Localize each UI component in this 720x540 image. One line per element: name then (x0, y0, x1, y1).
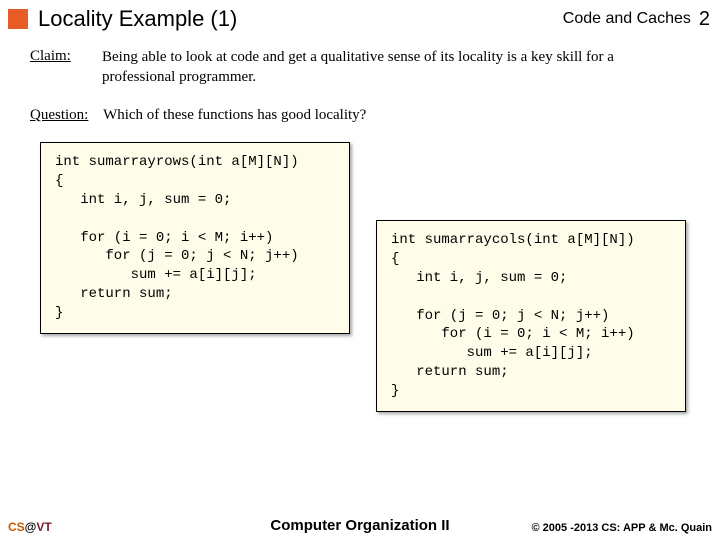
code-box-rows: int sumarrayrows(int a[M][N]) { int i, j… (40, 142, 350, 334)
question-text: Which of these functions has good locali… (103, 107, 366, 123)
slide-footer: CS@VT Computer Organization II © 2005 -2… (0, 517, 720, 534)
question-row: Question: Which of these functions has g… (30, 107, 690, 124)
accent-square (8, 9, 28, 29)
question-label: Question: (30, 107, 88, 123)
slide-subtitle: Code and Caches (563, 10, 691, 28)
question-spacer (92, 107, 100, 123)
page-number: 2 (699, 8, 710, 31)
claim-row: Claim: Being able to look at code and ge… (30, 48, 690, 87)
claim-text: Being able to look at code and get a qua… (102, 48, 690, 87)
slide-title: Locality Example (1) (38, 6, 563, 32)
footer-right: © 2005 -2013 CS: APP & Mc. Quain (477, 522, 712, 534)
slide-body: Claim: Being able to look at code and ge… (0, 36, 720, 472)
footer-at: @ (25, 520, 37, 534)
footer-left: CS@VT (8, 520, 243, 534)
slide-header: Locality Example (1) Code and Caches 2 (0, 0, 720, 36)
code-area: int sumarrayrows(int a[M][N]) { int i, j… (30, 142, 690, 472)
footer-center: Computer Organization II (243, 517, 478, 534)
footer-vt: VT (36, 520, 51, 534)
footer-cs: CS (8, 520, 25, 534)
code-box-cols: int sumarraycols(int a[M][N]) { int i, j… (376, 220, 686, 412)
claim-label: Claim: (30, 48, 102, 87)
